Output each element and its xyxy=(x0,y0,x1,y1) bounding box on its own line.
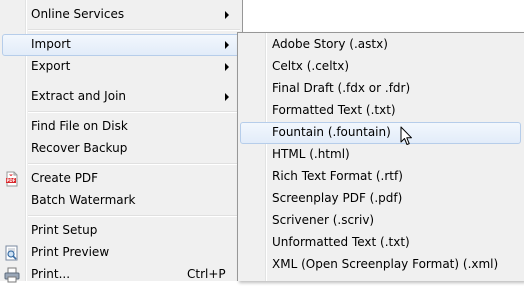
menu-item-print-preview[interactable]: Print Preview xyxy=(0,242,242,264)
menu-item-create-pdf[interactable]: PDF Create PDF xyxy=(0,168,242,190)
submenu-item-label: Formatted Text (.txt) xyxy=(272,103,396,117)
menu-item-find-file-on-disk[interactable]: Find File on Disk xyxy=(0,116,242,138)
submenu-arrow-icon xyxy=(225,11,229,19)
submenu-item-formatted-text[interactable]: Formatted Text (.txt) xyxy=(240,100,523,122)
import-submenu: Adobe Story (.astx) Celtx (.celtx) Final… xyxy=(237,32,524,281)
menu-item-label: Import xyxy=(31,37,71,51)
menu-item-label: Create PDF xyxy=(31,171,99,185)
submenu-arrow-icon xyxy=(225,63,229,71)
submenu-item-label: Scrivener (.scriv) xyxy=(272,213,375,227)
menu-separator xyxy=(28,111,240,113)
submenu-item-adobe-story[interactable]: Adobe Story (.astx) xyxy=(240,34,523,56)
submenu-item-xml-open-screenplay-format[interactable]: XML (Open Screenplay Format) (.xml) xyxy=(240,254,523,276)
menu-separator xyxy=(28,215,240,217)
menu-item-recover-backup[interactable]: Recover Backup xyxy=(0,138,242,160)
submenu-item-label: Rich Text Format (.rtf) xyxy=(272,169,403,183)
submenu-item-label: Screenplay PDF (.pdf) xyxy=(272,191,403,205)
menu-item-extract-and-join[interactable]: Extract and Join xyxy=(0,86,242,108)
menu-item-label: Online Services xyxy=(31,7,125,21)
menu-item-export[interactable]: Export xyxy=(0,56,242,78)
submenu-item-label: Unformatted Text (.txt) xyxy=(272,235,410,249)
menu-separator xyxy=(28,29,240,31)
svg-text:PDF: PDF xyxy=(7,178,16,183)
submenu-item-rich-text-format[interactable]: Rich Text Format (.rtf) xyxy=(240,166,523,188)
menu-item-label: Print Preview xyxy=(31,245,110,259)
submenu-item-fountain[interactable]: Fountain (.fountain) xyxy=(240,122,521,144)
menu-item-batch-watermark[interactable]: Batch Watermark xyxy=(0,190,242,212)
menu-item-import[interactable]: Import xyxy=(2,34,240,56)
submenu-item-scrivener[interactable]: Scrivener (.scriv) xyxy=(240,210,523,232)
menu-item-print-setup[interactable]: Print Setup xyxy=(0,220,242,242)
menu-item-label: Recover Backup xyxy=(31,141,128,155)
menu-item-shortcut: Ctrl+P xyxy=(187,267,226,281)
submenu-item-screenplay-pdf[interactable]: Screenplay PDF (.pdf) xyxy=(240,188,523,210)
menu-item-label: Find File on Disk xyxy=(31,119,128,133)
menu-item-label: Print Setup xyxy=(31,223,98,237)
menu-item-print[interactable]: Print... Ctrl+P xyxy=(0,264,242,286)
submenu-item-final-draft[interactable]: Final Draft (.fdx or .fdr) xyxy=(240,78,523,100)
submenu-item-label: Adobe Story (.astx) xyxy=(272,37,388,51)
submenu-item-label: Celtx (.celtx) xyxy=(272,59,350,73)
menu-separator xyxy=(28,163,240,165)
submenu-item-unformatted-text[interactable]: Unformatted Text (.txt) xyxy=(240,232,523,254)
file-menu: Online Services Import Export Extract an… xyxy=(0,0,243,283)
menu-item-label: Extract and Join xyxy=(31,89,127,103)
menu-item-label: Export xyxy=(31,59,71,73)
mouse-cursor-icon xyxy=(400,126,414,147)
print-preview-icon xyxy=(4,245,20,261)
submenu-arrow-icon xyxy=(225,93,229,101)
submenu-arrow-icon xyxy=(225,41,229,49)
menu-item-online-services[interactable]: Online Services xyxy=(0,4,242,26)
pdf-icon: PDF xyxy=(4,171,20,187)
menu-item-label: Batch Watermark xyxy=(31,193,136,207)
submenu-item-html[interactable]: HTML (.html) xyxy=(240,144,523,166)
submenu-item-label: HTML (.html) xyxy=(272,147,350,161)
submenu-item-label: Final Draft (.fdx or .fdr) xyxy=(272,81,411,95)
menu-item-label: Print... xyxy=(31,267,71,281)
submenu-item-label: XML (Open Screenplay Format) (.xml) xyxy=(272,257,499,271)
submenu-item-celtx[interactable]: Celtx (.celtx) xyxy=(240,56,523,78)
submenu-item-label: Fountain (.fountain) xyxy=(272,125,391,139)
